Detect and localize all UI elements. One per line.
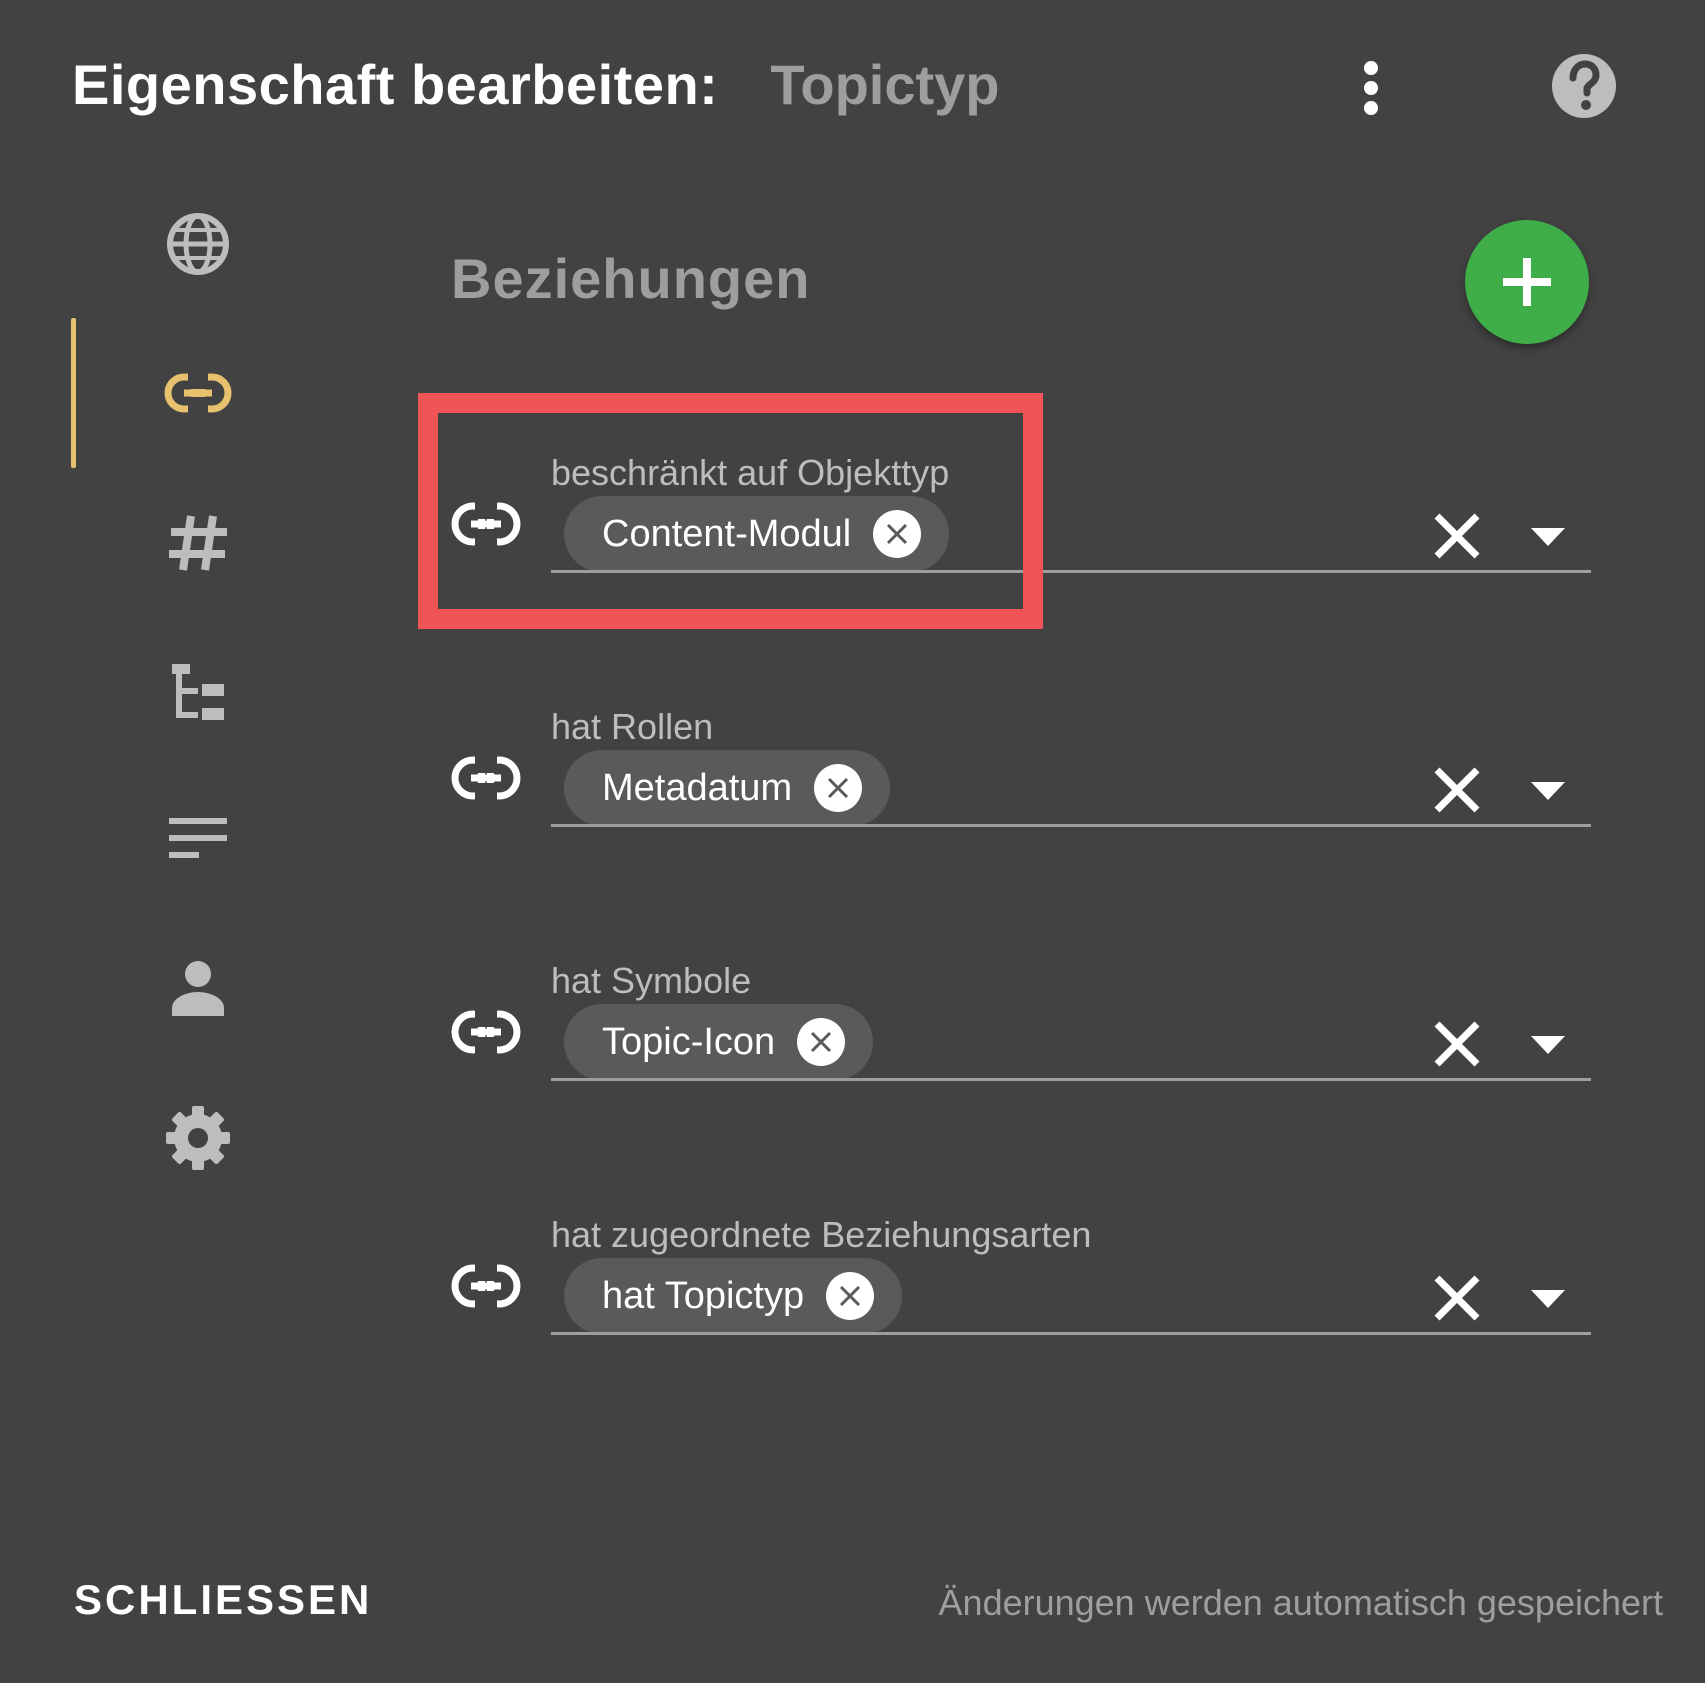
nav-item-hierarchy[interactable]	[160, 655, 236, 731]
link-icon	[451, 1264, 521, 1308]
dialog-subtitle: Topictyp	[770, 52, 1000, 116]
nav-item-attributes[interactable]	[160, 505, 236, 581]
field-label: hat Rollen	[551, 706, 714, 747]
nav-item-relations[interactable]	[160, 355, 236, 431]
chip-remove-button[interactable]	[814, 764, 863, 812]
relation-row: beschränkt auf Objekttyp Content-Modul	[451, 444, 1591, 584]
field-underline	[551, 824, 1591, 827]
gear-icon	[166, 1106, 230, 1170]
link-icon	[451, 1010, 521, 1054]
close-icon	[828, 777, 849, 799]
nav-item-settings[interactable]	[160, 1100, 236, 1176]
clear-icon[interactable]	[1431, 764, 1483, 816]
relation-row: hat zugeordnete Beziehungsarten hat Topi…	[451, 1206, 1591, 1346]
edit-property-dialog: Eigenschaft bearbeiten: Topictyp Beziehu…	[0, 0, 1705, 1683]
autosave-note: Änderungen werden automatisch gespeicher…	[938, 1582, 1663, 1623]
help-button[interactable]	[1550, 52, 1618, 120]
field-label: beschränkt auf Objekttyp	[551, 452, 950, 493]
nav-item-permissions[interactable]	[160, 950, 236, 1026]
nav-item-description[interactable]	[160, 800, 236, 876]
chip-label: Metadatum	[602, 766, 793, 809]
field-label: hat Symbole	[551, 960, 752, 1001]
section-title: Beziehungen	[451, 247, 811, 310]
more-menu-button[interactable]	[1345, 52, 1397, 124]
active-nav-indicator	[71, 318, 76, 468]
clear-icon[interactable]	[1431, 510, 1483, 562]
link-icon	[451, 756, 521, 800]
dialog-header: Eigenschaft bearbeiten: Topictyp	[72, 48, 999, 120]
chip-label: hat Topictyp	[602, 1274, 805, 1317]
person-icon	[172, 961, 224, 1016]
chip-label: Topic-Icon	[602, 1020, 776, 1063]
link-icon	[164, 373, 232, 413]
link-icon	[451, 502, 521, 546]
value-chip[interactable]: Topic-Icon	[564, 1004, 874, 1080]
globe-icon	[167, 213, 229, 275]
chip-label: Content-Modul	[602, 512, 852, 555]
chevron-down-icon[interactable]	[1531, 528, 1565, 546]
help-icon	[1552, 54, 1616, 118]
relation-field[interactable]: hat zugeordnete Beziehungsarten hat Topi…	[551, 1206, 1591, 1346]
chip-remove-button[interactable]	[873, 510, 922, 558]
chip-remove-button[interactable]	[797, 1018, 846, 1066]
close-icon	[811, 1031, 832, 1053]
add-relation-button[interactable]	[1465, 220, 1589, 344]
relation-row: hat Rollen Metadatum	[451, 698, 1591, 838]
tree-icon	[172, 664, 224, 720]
relation-row: hat Symbole Topic-Icon	[451, 952, 1591, 1092]
value-chip[interactable]: Metadatum	[564, 750, 891, 826]
clear-icon[interactable]	[1431, 1272, 1483, 1324]
chevron-down-icon[interactable]	[1531, 1290, 1565, 1308]
chip-remove-button[interactable]	[826, 1272, 875, 1320]
text-lines-icon	[169, 818, 227, 858]
field-underline	[551, 1332, 1591, 1335]
relation-field[interactable]: beschränkt auf Objekttyp Content-Modul	[551, 444, 1591, 584]
chevron-down-icon[interactable]	[1531, 782, 1565, 800]
field-underline	[551, 570, 1591, 573]
dialog-title: Eigenschaft bearbeiten:	[72, 52, 719, 116]
value-chip[interactable]: Content-Modul	[564, 496, 950, 572]
nav-item-general[interactable]	[160, 206, 236, 282]
close-icon	[840, 1285, 861, 1307]
relation-field[interactable]: hat Rollen Metadatum	[551, 698, 1591, 838]
field-label: hat zugeordnete Beziehungsarten	[551, 1214, 1092, 1255]
plus-icon	[1503, 258, 1551, 306]
hash-icon	[169, 515, 227, 571]
close-icon	[887, 523, 908, 545]
close-button[interactable]: SCHLIESSEN	[74, 1576, 372, 1624]
chevron-down-icon[interactable]	[1531, 1036, 1565, 1054]
value-chip[interactable]: hat Topictyp	[564, 1258, 903, 1334]
field-underline	[551, 1078, 1591, 1081]
clear-icon[interactable]	[1431, 1018, 1483, 1070]
more-vert-icon	[1364, 61, 1378, 115]
relation-field[interactable]: hat Symbole Topic-Icon	[551, 952, 1591, 1092]
